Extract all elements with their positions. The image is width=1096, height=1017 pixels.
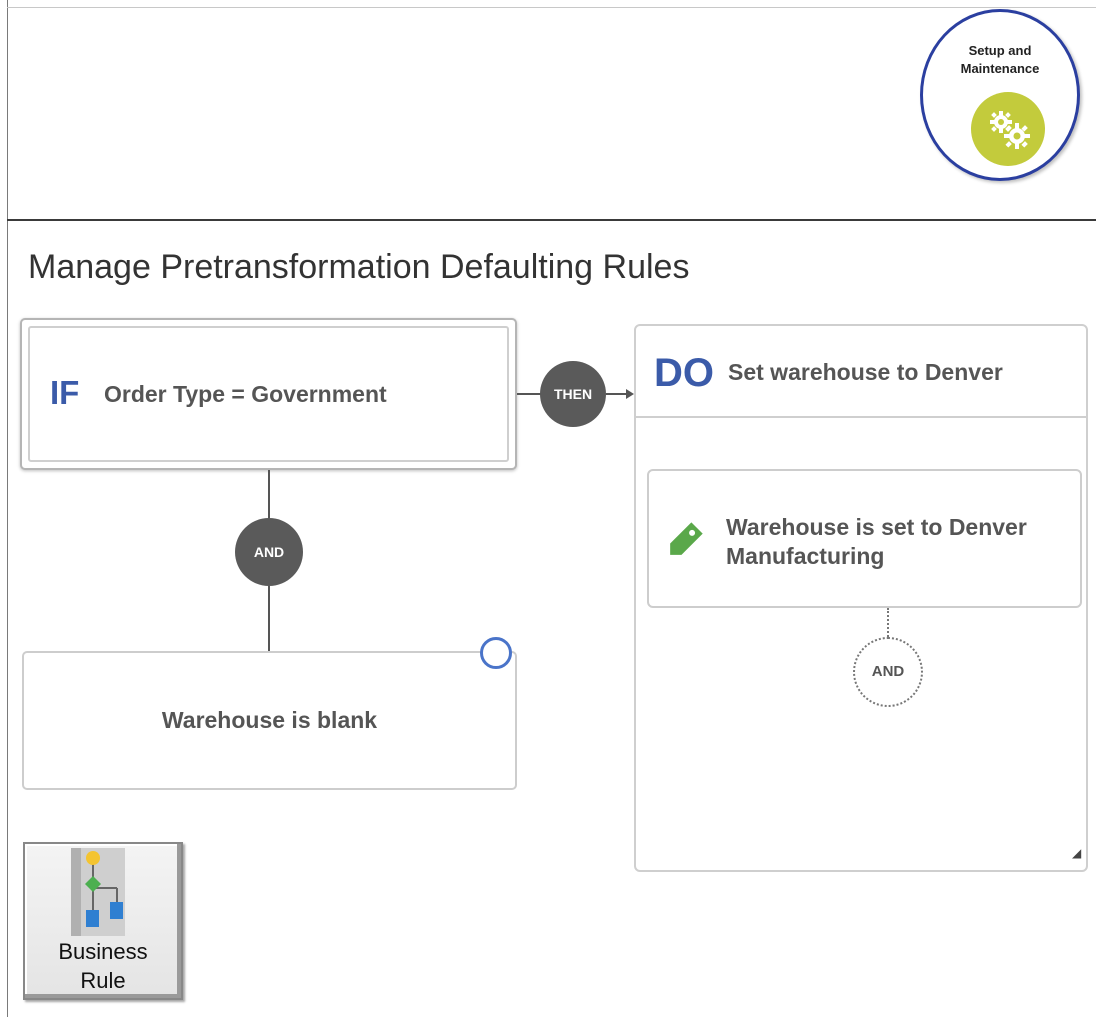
- and-node: AND: [235, 518, 303, 586]
- add-and-connector: [887, 608, 889, 637]
- business-rule-flow-icon: [71, 848, 125, 936]
- then-connector-right: [606, 393, 628, 395]
- frame-left-border: [7, 0, 8, 1017]
- condition-connector-handle[interactable]: [480, 637, 512, 669]
- if-condition-card[interactable]: IF Order Type = Government: [20, 318, 517, 470]
- resize-grip-icon[interactable]: ◢: [1072, 846, 1081, 860]
- business-rule-label-line1: Business: [58, 939, 148, 964]
- if-condition-text: Order Type = Government: [104, 381, 387, 407]
- business-rule-label: Business Rule: [25, 937, 181, 995]
- frame-top-border: [7, 7, 1096, 8]
- and-connector-bottom: [268, 586, 270, 651]
- action-text-line1: Warehouse is set to Denver: [726, 514, 1027, 540]
- page-title: Manage Pretransformation Defaulting Rule…: [28, 248, 690, 286]
- do-title: Set warehouse to Denver: [728, 359, 1003, 385]
- warehouse-blank-condition-card[interactable]: Warehouse is blank: [22, 651, 517, 790]
- add-and-button[interactable]: AND: [853, 637, 923, 707]
- action-text: Warehouse is set to Denver Manufacturing: [726, 513, 1076, 571]
- action-text-line2: Manufacturing: [726, 543, 885, 569]
- badge-label-line1: Setup and: [968, 43, 1032, 58]
- then-node: THEN: [540, 361, 606, 427]
- if-keyword: IF: [50, 374, 80, 411]
- business-rule-button[interactable]: Business Rule: [23, 842, 183, 1000]
- business-rule-label-line2: Rule: [80, 968, 126, 993]
- badge-label-line2: Maintenance: [960, 61, 1040, 76]
- tag-icon: [670, 522, 703, 555]
- gears-icon: [971, 92, 1045, 166]
- condition-text: Warehouse is blank: [161, 707, 378, 733]
- setup-and-maintenance-button[interactable]: Setup and Maintenance: [920, 9, 1080, 181]
- header-divider: [7, 219, 1096, 221]
- do-header-divider: [636, 416, 1086, 418]
- action-card[interactable]: Warehouse is set to Denver Manufacturing: [647, 469, 1082, 608]
- setup-and-maintenance-label: Setup and Maintenance: [933, 42, 1067, 78]
- do-keyword: DO: [654, 351, 714, 395]
